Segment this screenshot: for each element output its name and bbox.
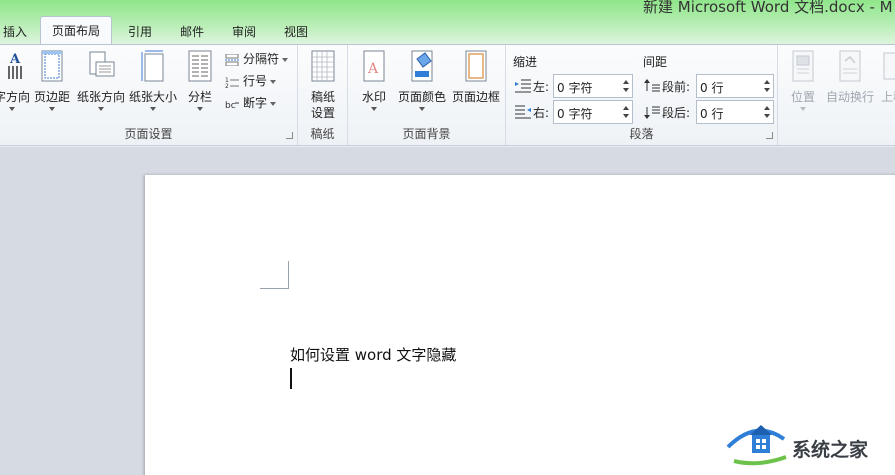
margins-icon [41,50,63,82]
text-direction-icon: A [8,52,22,79]
breaks-icon [225,53,239,66]
spin-down-icon[interactable] [764,88,770,92]
breaks-button[interactable]: 分隔符 [225,50,289,68]
columns-icon [188,50,212,82]
chevron-down-icon [371,107,377,111]
line-numbers-icon: 12 [225,77,239,88]
tab-mailings[interactable]: 邮件 [172,20,212,44]
ribbon: A 字方向 页边距 [0,44,895,146]
svg-text:bc: bc [225,101,236,110]
group-label-page-setup: 页面设置 [124,127,173,141]
spin-up-icon[interactable] [623,80,629,84]
site-watermark: 系统之家 [726,417,895,475]
spin-down-icon[interactable] [623,88,629,92]
watermark-icon: A [363,50,385,82]
chevron-down-icon [49,107,55,111]
line-numbers-button[interactable]: 1 2 行号 [225,72,277,90]
watermark-button[interactable]: A 水印 [358,49,390,111]
indent-left-input[interactable]: 0 字符 [553,74,633,98]
space-before-row: 段前: 0 行 [644,74,774,98]
svg-text:A: A [367,61,379,77]
position-button[interactable]: 位置 [786,49,820,111]
tab-review[interactable]: 审阅 [224,20,264,44]
tab-insert[interactable]: 插入 [0,20,30,44]
orientation-button[interactable]: 纸张方向 [76,49,126,111]
chevron-down-icon [282,57,289,62]
paragraph-launcher-icon[interactable] [766,132,773,139]
page-borders-icon [465,50,487,82]
group-draft-paper: 稿纸 设置 稿纸 [298,45,348,145]
tab-page-layout[interactable]: 页面布局 [40,16,112,45]
chevron-down-icon [98,107,104,111]
wrap-text-button[interactable]: 自动换行 [824,49,876,105]
house-logo-icon [726,425,787,466]
margin-mark [288,261,289,289]
page-size-button[interactable]: 纸张大小 [128,49,178,111]
page-size-icon [141,50,164,82]
window-title: 新建 Microsoft Word 文档.docx - M [643,0,893,16]
page-color-button[interactable]: 页面颜色 [398,49,446,111]
orientation-icon [89,51,115,77]
indent-heading: 缩进 [513,55,538,69]
group-label-page-background: 页面背景 [402,127,451,141]
chevron-down-icon [270,79,277,84]
document-text-line[interactable]: 如何设置 word 文字隐藏 [290,344,456,365]
svg-text:2: 2 [225,83,229,88]
draft-paper-icon [311,50,335,82]
spacing-heading: 间距 [643,55,668,69]
spin-down-icon[interactable] [764,114,770,118]
space-after-icon [644,106,660,119]
indent-left-row: 左: 0 字符 [515,74,633,98]
indent-right-icon [515,105,531,119]
indent-right-row: 右: 0 字符 [515,100,633,124]
spin-up-icon[interactable] [623,106,629,110]
chevron-down-icon [150,107,156,111]
position-icon [792,50,814,82]
margins-button[interactable]: 页边距 [33,49,71,111]
group-page-background: A 水印 页面颜色 页面边框 页面背景 [348,45,506,145]
page-color-icon [411,50,433,82]
hyphenation-button[interactable]: bc 断字 [225,94,277,112]
text-cursor [290,368,292,389]
indent-right-input[interactable]: 0 字符 [553,100,633,124]
space-before-icon [644,79,660,92]
spin-up-icon[interactable] [764,106,770,110]
hyphenation-icon: bc [225,101,239,110]
chevron-down-icon [800,107,806,111]
group-label-paragraph: 段落 [629,127,654,141]
watermark-site-name: 系统之家 [792,439,869,461]
tab-references[interactable]: 引用 [120,20,160,44]
group-paragraph: 缩进 间距 左: 0 字符 右: 0 字符 段前: 0 行 段后: 0 行 段落 [506,45,778,145]
ribbon-tabs: 插入 页面布局 引用 邮件 审阅 视图 [0,16,895,45]
chevron-down-icon [9,107,15,111]
group-arrange: 位置 自动换行 上移 [778,45,895,145]
bring-forward-icon [883,52,895,80]
wrap-text-icon [839,50,861,82]
page-borders-button[interactable]: 页面边框 [450,49,502,105]
space-before-input[interactable]: 0 行 [696,74,774,98]
spin-down-icon[interactable] [623,114,629,118]
svg-text:A: A [9,52,21,67]
space-after-input[interactable]: 0 行 [696,100,774,124]
chevron-down-icon [270,101,277,106]
group-page-setup: A 字方向 页边距 [0,45,298,145]
draft-paper-setup-button[interactable]: 稿纸 设置 [306,49,340,121]
indent-left-icon [515,79,531,93]
text-direction-button[interactable]: A 字方向 [0,49,32,111]
chevron-down-icon [197,107,203,111]
tab-view[interactable]: 视图 [276,20,316,44]
spin-up-icon[interactable] [764,80,770,84]
columns-button[interactable]: 分栏 [184,49,216,111]
chevron-down-icon [419,107,425,111]
group-label-draft-paper: 稿纸 [310,127,335,141]
space-after-row: 段后: 0 行 [644,100,774,124]
margin-mark [260,288,289,289]
bring-forward-button[interactable]: 上移 [878,49,895,105]
page-setup-launcher-icon[interactable] [286,132,293,139]
